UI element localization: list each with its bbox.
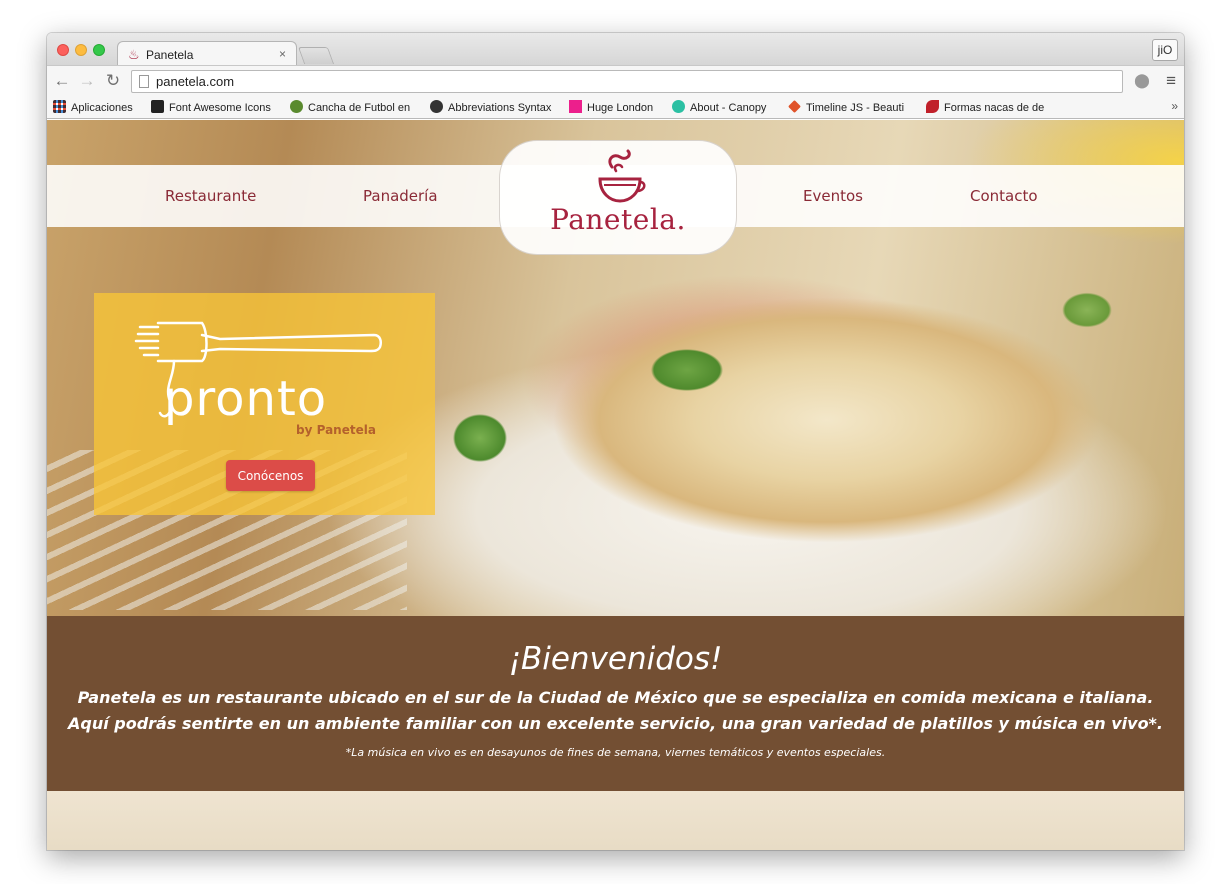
bookmarks-bar: Aplicaciones Font Awesome Icons Cancha d… xyxy=(47,96,1184,119)
tab-strip: ♨ Panetela × jiO xyxy=(47,33,1184,66)
bookmark-timeline-js[interactable]: Timeline JS - Beauti xyxy=(788,100,904,114)
bookmark-cancha[interactable]: Cancha de Futbol en xyxy=(290,100,410,114)
pronto-wordmark: pronto xyxy=(164,371,328,427)
huge-icon xyxy=(569,100,582,113)
apps-grid-icon xyxy=(53,100,66,113)
bookmark-canopy[interactable]: About - Canopy xyxy=(672,100,766,114)
nav-contacto[interactable]: Contacto xyxy=(970,187,1038,205)
welcome-footnote: *La música en vivo es en desayunos de fi… xyxy=(345,746,886,759)
welcome-section: ¡Bienvenidos! Panetela es un restaurante… xyxy=(47,616,1184,791)
welcome-heading: ¡Bienvenidos! xyxy=(508,641,723,677)
parchment-background xyxy=(47,791,1184,850)
flag-icon xyxy=(151,100,164,113)
menu-icon[interactable]: ≡ xyxy=(1166,71,1176,91)
pronto-promo-box: pronto by Panetela Conócenos xyxy=(94,293,435,515)
close-window-button[interactable] xyxy=(57,44,69,56)
bookmark-formas-nacas[interactable]: Formas nacas de de xyxy=(926,100,1044,114)
conocenos-button[interactable]: Conócenos xyxy=(226,460,315,491)
url-text: panetela.com xyxy=(156,74,235,89)
extension-icon[interactable]: ⬤ xyxy=(1134,72,1150,90)
pronto-byline: by Panetela xyxy=(296,423,376,437)
back-arrow-icon[interactable]: ← xyxy=(52,71,72,91)
reload-icon[interactable]: ↻ xyxy=(103,71,123,91)
site-logo[interactable]: Panetela. xyxy=(499,140,737,255)
tab-title: Panetela xyxy=(146,48,194,62)
bookmark-font-awesome[interactable]: Font Awesome Icons xyxy=(151,100,271,114)
web-page: Restaurante Panadería Eventos Contacto P… xyxy=(47,120,1184,850)
minimize-window-button[interactable] xyxy=(75,44,87,56)
tab-close-icon[interactable]: × xyxy=(279,47,286,61)
steaming-cup-icon xyxy=(598,149,646,203)
profile-button[interactable]: jiO xyxy=(1152,39,1178,61)
bookmark-huge-london[interactable]: Huge London xyxy=(569,100,653,114)
soccer-icon xyxy=(290,100,303,113)
new-tab-button[interactable] xyxy=(297,47,335,64)
welcome-line-1: Panetela es un restaurante ubicado en el… xyxy=(77,688,1154,707)
nav-restaurante[interactable]: Restaurante xyxy=(165,187,256,205)
address-bar[interactable]: panetela.com xyxy=(131,70,1123,93)
panetela-favicon-icon: ♨ xyxy=(128,47,140,62)
welcome-line-2: Aquí podrás sentirte en un ambiente fami… xyxy=(67,714,1163,733)
more-bookmarks-icon[interactable]: » xyxy=(1171,99,1178,113)
browser-window: ♨ Panetela × jiO ← → ↻ panetela.com ⬤ ≡ … xyxy=(47,33,1184,850)
logo-text: Panetela. xyxy=(550,203,686,236)
canopy-icon xyxy=(672,100,685,113)
tab-panetela[interactable]: ♨ Panetela × xyxy=(117,41,297,66)
page-icon xyxy=(139,75,149,88)
chili-icon xyxy=(926,100,939,113)
zoom-window-button[interactable] xyxy=(93,44,105,56)
nav-eventos[interactable]: Eventos xyxy=(803,187,863,205)
bookmark-abbreviations[interactable]: Abbreviations Syntax xyxy=(430,100,551,114)
timeline-icon xyxy=(788,100,801,113)
abbreviations-icon xyxy=(430,100,443,113)
browser-toolbar: ← → ↻ panetela.com ⬤ ≡ xyxy=(47,65,1184,96)
forward-arrow-icon[interactable]: → xyxy=(77,71,97,91)
nav-panaderia[interactable]: Panadería xyxy=(363,187,438,205)
bookmark-aplicaciones[interactable]: Aplicaciones xyxy=(53,100,133,114)
